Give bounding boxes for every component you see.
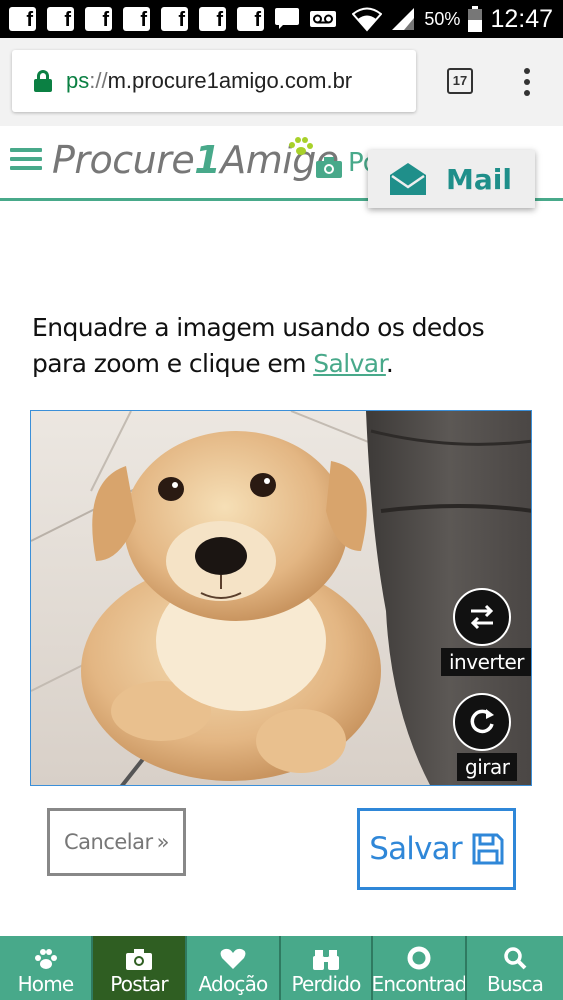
voicemail-icon <box>310 9 336 29</box>
url-text[interactable]: ps://m.procure1amigo.com.br <box>66 68 352 94</box>
heart-icon <box>220 948 246 969</box>
battery-icon <box>468 6 483 32</box>
camera-icon <box>316 157 342 178</box>
browser-toolbar: ps://m.procure1amigo.com.br 17 <box>0 38 563 126</box>
camera-icon <box>126 949 152 970</box>
paw-logo-icon <box>289 137 313 155</box>
notification-icons: f f f f f f f <box>0 7 336 31</box>
chat-icon <box>275 8 299 30</box>
save-link[interactable]: Salvar <box>313 349 386 378</box>
double-chevron-icon: » <box>156 830 170 854</box>
rotate-button[interactable] <box>453 693 511 751</box>
nav-perdido[interactable]: Perdido <box>281 936 373 1000</box>
facebook-icon: f <box>9 7 36 31</box>
swap-arrows-icon <box>470 604 494 630</box>
facebook-icon: f <box>123 7 150 31</box>
facebook-icon: f <box>199 7 226 31</box>
envelope-icon <box>390 163 426 195</box>
hamburger-menu-icon[interactable] <box>10 148 42 170</box>
search-icon <box>504 947 527 970</box>
wifi-icon <box>352 7 383 32</box>
battery-percent: 50% <box>424 8 461 29</box>
facebook-icon: f <box>237 7 264 31</box>
mail-label: Mail <box>446 162 512 196</box>
bottom-navigation: Home Postar Adoção Perdido Encontrad Bus… <box>0 936 563 1000</box>
lifebuoy-icon <box>407 946 431 970</box>
rotate-icon <box>470 709 494 734</box>
crop-instructions: Enquadre a imagem usando os dedos para z… <box>32 313 485 378</box>
save-button[interactable]: Salvar <box>357 808 516 890</box>
facebook-icon: f <box>161 7 188 31</box>
invert-label: inverter <box>441 648 531 676</box>
nav-home[interactable]: Home <box>0 936 93 1000</box>
nav-adocao[interactable]: Adoção <box>187 936 281 1000</box>
image-crop-area[interactable]: inverter girar <box>30 410 532 786</box>
rotate-label: girar <box>457 753 518 781</box>
mail-button[interactable]: Mail <box>368 150 535 208</box>
nav-postar[interactable]: Postar <box>93 936 187 1000</box>
tab-switcher-button[interactable]: 17 <box>447 68 473 94</box>
signal-icon <box>392 8 415 30</box>
overflow-menu-icon[interactable] <box>524 68 530 96</box>
status-bar: f f f f f f f 50% 12:47 <box>0 0 563 38</box>
lock-icon <box>34 70 52 92</box>
floppy-disk-icon <box>472 833 504 865</box>
facebook-icon: f <box>47 7 74 31</box>
address-bar[interactable]: ps://m.procure1amigo.com.br <box>12 50 416 112</box>
invert-button[interactable] <box>453 588 511 646</box>
nav-busca[interactable]: Busca <box>467 936 563 1000</box>
cancel-button[interactable]: Cancelar » <box>47 808 186 876</box>
clock: 12:47 <box>490 4 553 33</box>
paw-icon <box>34 949 57 969</box>
facebook-icon: f <box>85 7 112 31</box>
binoculars-icon <box>313 950 339 970</box>
nav-encontrado[interactable]: Encontrad <box>373 936 467 1000</box>
